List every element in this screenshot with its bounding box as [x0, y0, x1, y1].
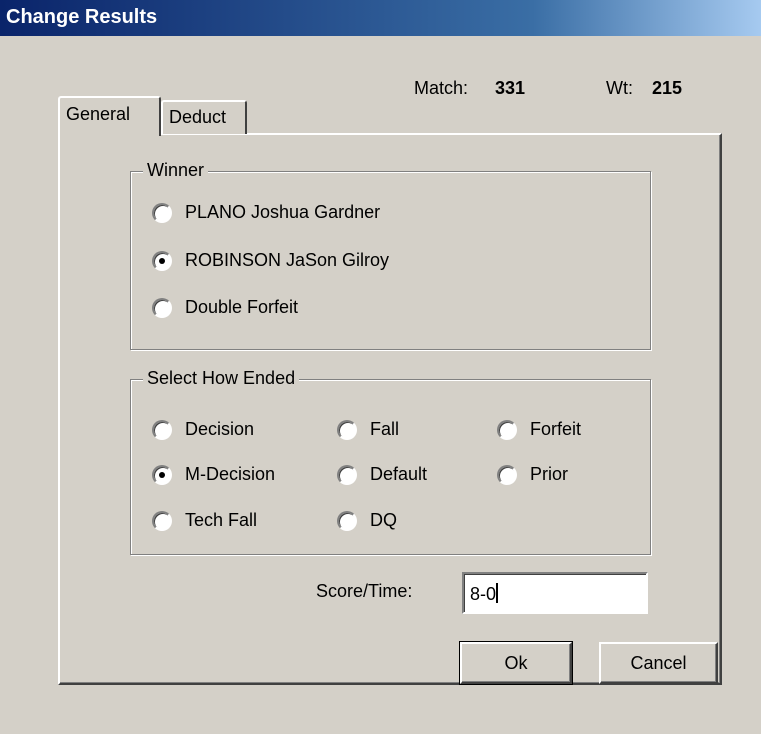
- winner-legend: Winner: [143, 160, 209, 181]
- title-bar[interactable]: Change Results: [0, 0, 761, 36]
- radio-button[interactable]: [497, 464, 517, 485]
- ended-option-label: Forfeit: [530, 419, 582, 439]
- winner-option-plano[interactable]: PLANO Joshua Gardner: [152, 202, 380, 223]
- ended-option-dq[interactable]: DQ: [337, 510, 397, 531]
- ended-option-forfeit[interactable]: Forfeit: [497, 419, 581, 440]
- ended-option-m-decision[interactable]: M-Decision: [152, 464, 275, 485]
- match-label: Match:: [414, 78, 469, 98]
- cancel-button[interactable]: Cancel: [599, 642, 718, 684]
- ended-option-label: Prior: [530, 464, 569, 484]
- radio-button[interactable]: [337, 510, 357, 531]
- ended-option-fall[interactable]: Fall: [337, 419, 399, 440]
- radio-button-checked[interactable]: [152, 464, 172, 485]
- radio-button-checked[interactable]: [152, 250, 172, 271]
- ended-option-default[interactable]: Default: [337, 464, 427, 485]
- weight-label: Wt:: [606, 78, 633, 98]
- radio-button[interactable]: [497, 419, 517, 440]
- cancel-button-label: Cancel: [630, 652, 687, 673]
- ended-option-decision[interactable]: Decision: [152, 419, 254, 440]
- radio-button[interactable]: [337, 464, 357, 485]
- window-title: Change Results: [6, 6, 158, 28]
- radio-button[interactable]: [152, 510, 172, 531]
- weight-value: 215: [652, 78, 683, 98]
- ended-option-tech-fall[interactable]: Tech Fall: [152, 510, 257, 531]
- match-value: 331: [495, 78, 526, 98]
- radio-button[interactable]: [152, 419, 172, 440]
- tab-deduct-label: Deduct: [169, 107, 227, 127]
- how-ended-legend: Select How Ended: [143, 368, 300, 389]
- ended-option-label: Fall: [370, 419, 400, 439]
- radio-button[interactable]: [152, 202, 172, 223]
- winner-option-double-forfeit[interactable]: Double Forfeit: [152, 297, 298, 318]
- tab-deduct[interactable]: Deduct: [161, 100, 247, 134]
- tab-general-label: General: [66, 104, 131, 124]
- ok-button-label: Ok: [504, 652, 528, 673]
- winner-option-label: Double Forfeit: [185, 297, 299, 317]
- ended-option-label: DQ: [370, 510, 397, 530]
- ended-option-label: Default: [370, 464, 428, 484]
- ended-option-label: Decision: [185, 419, 255, 439]
- ok-button[interactable]: Ok: [459, 641, 573, 685]
- ended-option-label: M-Decision: [185, 464, 276, 484]
- winner-option-label: ROBINSON JaSon Gilroy: [185, 250, 390, 270]
- tab-general[interactable]: General: [58, 96, 161, 136]
- text-caret: [496, 583, 499, 603]
- score-time-label: Score/Time:: [316, 581, 413, 601]
- ended-option-label: Tech Fall: [185, 510, 258, 530]
- radio-button[interactable]: [337, 419, 357, 440]
- winner-option-label: PLANO Joshua Gardner: [185, 202, 381, 222]
- ended-option-prior[interactable]: Prior: [497, 464, 568, 485]
- score-time-value: 8-0: [470, 584, 497, 604]
- radio-button[interactable]: [152, 297, 172, 318]
- winner-option-robinson[interactable]: ROBINSON JaSon Gilroy: [152, 250, 389, 271]
- score-time-input[interactable]: 8-0: [462, 572, 648, 614]
